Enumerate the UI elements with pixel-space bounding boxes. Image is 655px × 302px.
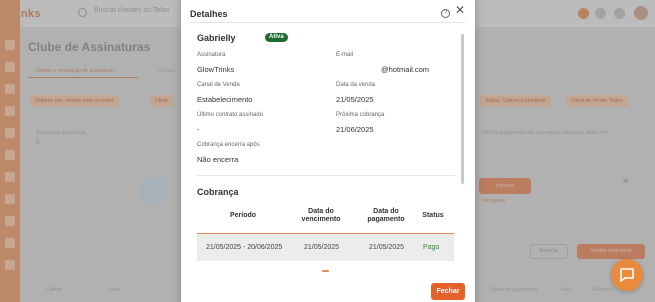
- header-divider: [190, 22, 465, 23]
- column-header-status: Status: [422, 212, 444, 219]
- data-venda-label: Data da venda: [336, 82, 376, 88]
- cell-pagamento: 21/05/2025: [369, 244, 405, 251]
- cobranca-encerra-value: Não encerra: [197, 155, 239, 164]
- close-button[interactable]: Fechar: [431, 283, 465, 300]
- canal-label: Canal de Venda: [197, 82, 240, 88]
- chat-icon: [620, 268, 634, 282]
- email-label: E-mail: [336, 52, 354, 58]
- column-header-vencimento: Data do vencimento: [301, 208, 341, 223]
- close-icon[interactable]: ✕: [455, 3, 465, 17]
- assinatura-label: Assinatura: [197, 52, 226, 58]
- cell-periodo: 21/05/2025 - 20/06/2025: [206, 244, 283, 251]
- help-icon[interactable]: ?: [441, 9, 450, 18]
- billing-section-title: Cobrança: [197, 187, 239, 197]
- proxima-cobranca-label: Próxima cobrança: [336, 112, 385, 118]
- status-badge: Ativa: [265, 33, 288, 42]
- pagination-indicator[interactable]: [322, 270, 329, 272]
- data-venda-value: 21/05/2025: [336, 95, 374, 104]
- chat-button[interactable]: [611, 259, 643, 291]
- cell-status: Pago: [423, 244, 440, 251]
- cell-vencimento: 21/05/2025: [304, 244, 340, 251]
- details-modal: Detalhes ? ✕ Gabrielly Ativa Assinatura …: [181, 0, 475, 302]
- modal-title: Detalhes: [190, 9, 228, 19]
- customer-name: Gabrielly: [197, 33, 236, 43]
- cobranca-encerra-label: Cobrança encerra após: [197, 142, 260, 148]
- scrollbar[interactable]: [461, 34, 464, 184]
- canal-value: Estabelecimento: [197, 95, 253, 104]
- ultimo-contrato-value: -: [197, 125, 200, 134]
- column-header-pagamento: Data do pagamento: [367, 208, 405, 223]
- column-header-periodo: Período: [229, 212, 257, 219]
- ultimo-contrato-label: Último contrato assinado: [197, 112, 264, 118]
- proxima-cobranca-value: 21/06/2025: [336, 125, 374, 134]
- assinatura-value: GlowTrinks: [197, 65, 235, 74]
- section-divider: [197, 175, 455, 176]
- email-value: @hotmail.com: [381, 65, 430, 74]
